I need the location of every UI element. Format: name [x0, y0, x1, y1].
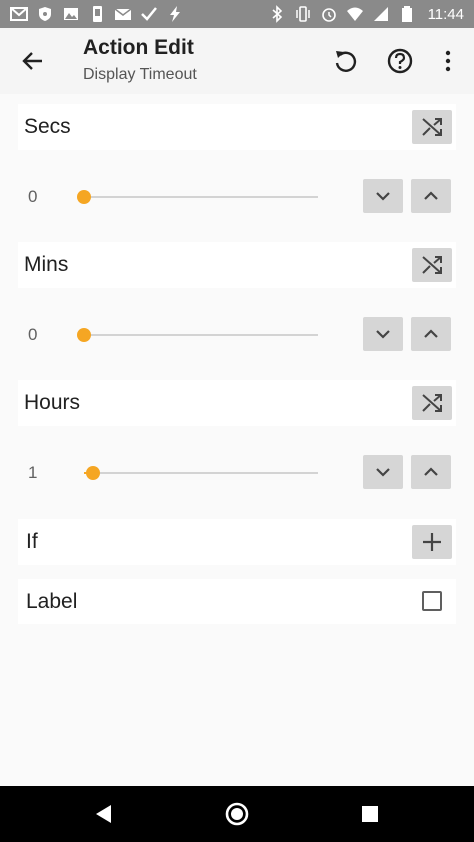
- decrement-button[interactable]: [363, 317, 403, 351]
- decrement-button[interactable]: [363, 455, 403, 489]
- randomize-button[interactable]: [412, 110, 452, 144]
- vibrate-icon: [295, 6, 310, 22]
- increment-button[interactable]: [411, 179, 451, 213]
- section-header-mins: Mins: [18, 242, 456, 288]
- randomize-button[interactable]: [412, 386, 452, 420]
- alarm-icon: [321, 8, 336, 22]
- shuffle-icon: [422, 394, 442, 412]
- recents-nav-icon[interactable]: [355, 799, 385, 829]
- if-label: If: [26, 530, 38, 553]
- image-icon: [64, 8, 78, 20]
- slider-track[interactable]: [77, 328, 318, 342]
- gmail-icon: [10, 7, 28, 21]
- overflow-menu-icon[interactable]: [433, 46, 463, 76]
- section-label: Hours: [24, 391, 81, 414]
- chevron-up-icon: [424, 467, 438, 476]
- bolt-icon: [170, 6, 180, 22]
- plus-icon: [423, 533, 441, 551]
- if-row: If: [18, 519, 456, 565]
- chevron-up-icon: [424, 191, 438, 200]
- slider-value: 0: [28, 325, 38, 344]
- chevron-down-icon: [376, 192, 390, 201]
- slider-thumb[interactable]: [77, 328, 91, 342]
- bluetooth-icon: [272, 5, 282, 23]
- slider-track[interactable]: [77, 190, 318, 204]
- randomize-button[interactable]: [412, 248, 452, 282]
- label-row[interactable]: Label: [18, 579, 456, 624]
- slider-value: 1: [28, 463, 38, 482]
- mail-icon: [114, 8, 132, 20]
- system-icons: 11:44: [268, 4, 464, 24]
- back-nav-icon[interactable]: [89, 799, 119, 829]
- chevron-up-icon: [424, 329, 438, 338]
- section-header-hours: Hours: [18, 380, 456, 426]
- slider-thumb[interactable]: [77, 190, 91, 204]
- chevron-down-icon: [376, 330, 390, 339]
- slider-row-hours: 1: [18, 451, 456, 495]
- decrement-button[interactable]: [363, 179, 403, 213]
- increment-button[interactable]: [411, 317, 451, 351]
- help-icon[interactable]: [385, 46, 415, 76]
- status-bar: 11:44: [0, 0, 474, 28]
- label-checkbox[interactable]: [422, 591, 442, 611]
- notification-icons: [10, 4, 184, 24]
- undo-icon[interactable]: [330, 46, 360, 76]
- navigation-bar: [0, 786, 474, 842]
- section-label: Mins: [24, 253, 69, 276]
- status-time: 11:44: [427, 5, 464, 23]
- section-header-secs: Secs: [18, 104, 456, 150]
- slider-row-mins: 0: [18, 313, 456, 357]
- add-condition-button[interactable]: [412, 525, 452, 559]
- signal-icon: [373, 7, 388, 21]
- toolbar: Action Edit Display Timeout: [0, 28, 474, 94]
- section-label: Secs: [24, 115, 71, 138]
- page-title: Action Edit: [83, 36, 194, 59]
- tasker-icon: [141, 7, 157, 21]
- increment-button[interactable]: [411, 455, 451, 489]
- slider-row-secs: 0: [18, 175, 456, 219]
- shield-icon: [39, 7, 51, 21]
- home-nav-icon[interactable]: [222, 799, 252, 829]
- wifi-icon: [346, 7, 363, 21]
- phone-icon: [93, 6, 102, 22]
- slider-track[interactable]: [84, 466, 318, 480]
- page-subtitle: Display Timeout: [83, 66, 197, 83]
- battery-icon: [401, 6, 412, 22]
- slider-value: 0: [28, 187, 38, 206]
- shuffle-icon: [422, 256, 442, 274]
- label-label: Label: [26, 590, 78, 613]
- chevron-down-icon: [376, 468, 390, 477]
- shuffle-icon: [422, 118, 442, 136]
- back-arrow-icon[interactable]: [18, 46, 48, 76]
- slider-thumb[interactable]: [86, 466, 100, 480]
